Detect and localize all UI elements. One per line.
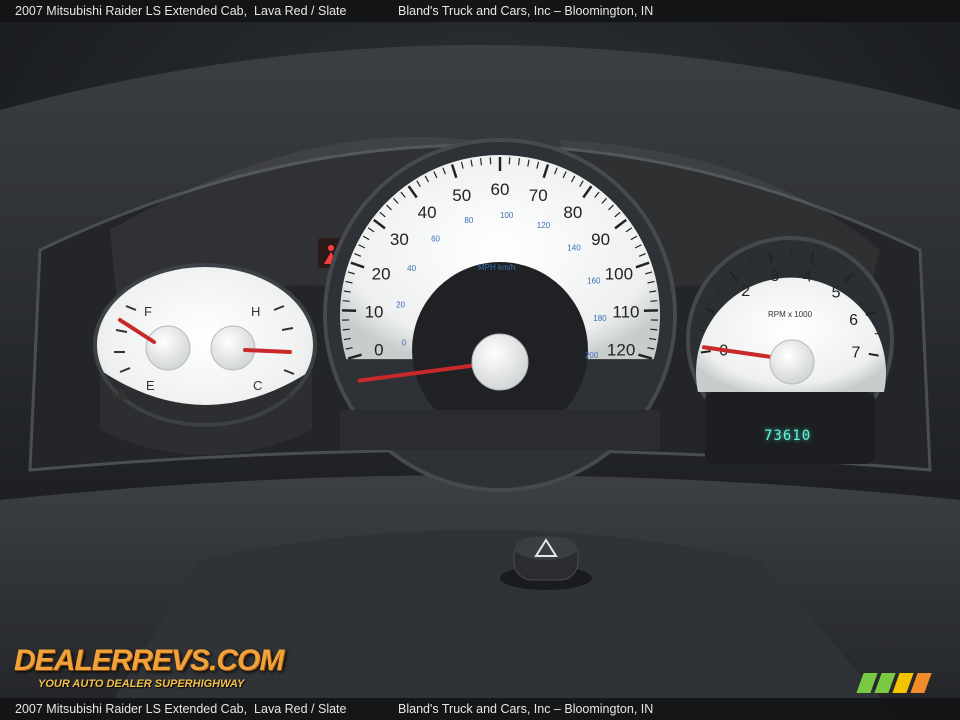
rpm-label: 6 [849, 312, 858, 329]
rpm-label: 2 [741, 283, 750, 300]
rpm-label: 4 [803, 268, 812, 285]
mph-label: 90 [591, 230, 610, 249]
caption-vehicle-bottom: 2007 Mitsubishi Raider LS Extended Cab, … [15, 702, 347, 716]
kmh-label: 140 [567, 244, 581, 253]
kmh-label: 80 [464, 216, 473, 225]
speed-tick [342, 300, 350, 302]
kmh-label: 100 [500, 211, 514, 220]
kmh-label: 0 [402, 339, 407, 348]
caption-dealer: Bland's Truck and Cars, Inc – Bloomingto… [398, 4, 654, 18]
kmh-label: 20 [396, 301, 405, 310]
mph-label: 40 [418, 203, 437, 222]
kmh-label: 200 [585, 351, 599, 360]
kmh-label: 180 [593, 314, 607, 323]
temp-needle [243, 348, 292, 354]
mph-label: 50 [452, 186, 471, 205]
mph-label: 10 [365, 302, 384, 321]
kmh-label: 160 [587, 276, 601, 285]
tach-tick [700, 329, 706, 332]
mph-label: 60 [491, 180, 510, 199]
fuel-empty-label: E [146, 378, 155, 393]
kmh-label: 40 [407, 264, 416, 273]
mph-label: 70 [529, 186, 548, 205]
logo-tagline: YOUR AUTO DEALER SUPERHIGHWAY [38, 678, 245, 690]
speed-tick [650, 328, 658, 331]
caption-dealer-bottom: Bland's Truck and Cars, Inc – Bloomingto… [398, 702, 654, 716]
tach-tick [700, 350, 711, 354]
kmh-label: 120 [537, 221, 551, 230]
rpm-unit-label: RPM x 1000 [768, 310, 813, 319]
mph-label: 20 [372, 264, 391, 283]
kmh-label: 60 [431, 235, 440, 244]
speed-tick [517, 158, 521, 166]
rpm-label: 3 [770, 268, 779, 285]
mph-label: 30 [390, 230, 409, 249]
dealerrevs-logo: DEALERREVS.COM YOUR AUTO DEALER SUPERHIG… [12, 630, 284, 694]
speed-tick [650, 300, 658, 302]
caption-bar-bottom: 2007 Mitsubishi Raider LS Extended Cab, … [0, 698, 960, 720]
speed-tick [479, 158, 483, 166]
fuel-temp-gauge: F E H C [93, 263, 317, 455]
temp-cold-label: C [253, 378, 262, 393]
caption-vehicle: 2007 Mitsubishi Raider LS Extended Cab, … [15, 4, 347, 18]
caption-bar-top: 2007 Mitsubishi Raider LS Extended Cab, … [0, 0, 960, 22]
odometer-reading: 73610 [764, 428, 812, 444]
mph-label: 80 [563, 203, 582, 222]
speedometer-hub [471, 333, 529, 391]
speed-unit-label: MPH km/h [478, 263, 516, 272]
instrument-cluster: F E H C 01020304050 60 708090100110120 0… [0, 45, 960, 720]
rpm-label: 5 [832, 284, 841, 301]
mph-label: 100 [605, 264, 633, 283]
fuel-full-label: F [144, 304, 152, 319]
speedometer: 0 10 20 30 40 50 60 70 80 90 100 110 120 0 20 40 60 80 10… [323, 138, 677, 492]
rpm-label: 7 [852, 345, 861, 362]
mph-label: 110 [612, 302, 639, 321]
mph-label: 120 [607, 341, 635, 360]
mph-label: 0 [374, 341, 383, 360]
speed-tick [342, 328, 350, 331]
brand-stripes-logo [856, 673, 934, 693]
tachometer-hub [769, 339, 815, 385]
logo-brand-text: DEALERREVS.COM [14, 644, 284, 677]
photo-stage: 2007 Mitsubishi Raider LS Extended Cab, … [0, 0, 960, 720]
temp-hot-label: H [251, 304, 260, 319]
